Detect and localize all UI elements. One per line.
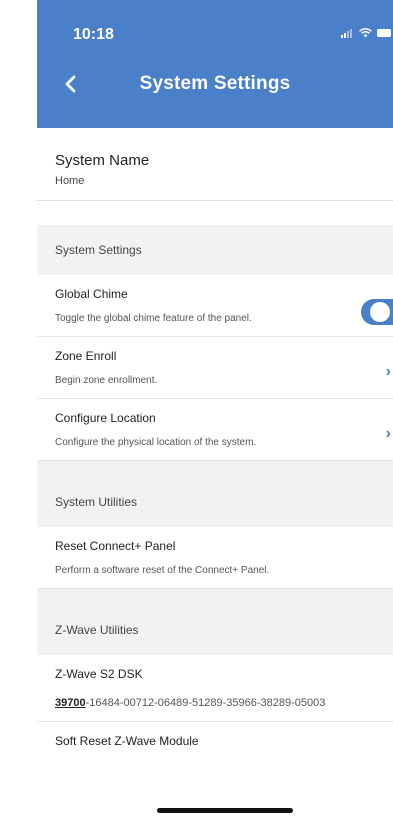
configure-location-title: Configure Location [55,411,156,425]
configure-location-desc: Configure the physical location of the s… [55,437,257,448]
zone-enroll-row[interactable]: Zone Enroll Begin zone enrollment. › [37,337,393,399]
soft-reset-title: Soft Reset Z-Wave Module [55,734,199,748]
chevron-right-icon: › [385,425,391,442]
configure-location-row[interactable]: Configure Location Configure the physica… [37,399,393,461]
status-time: 10:18 [73,26,114,43]
global-chime-row: Global Chime Toggle the global chime fea… [37,275,393,337]
signal-icon [341,28,354,38]
phone-screen: 10:18 System Settings System Name Home S… [37,0,393,818]
reset-panel-title: Reset Connect+ Panel [55,539,176,553]
wifi-icon [359,28,372,38]
status-icons [341,28,391,38]
header-bar: 10:18 System Settings [37,0,393,128]
soft-reset-row[interactable]: Soft Reset Z-Wave Module [37,722,393,760]
section-header-system-settings: System Settings [37,225,393,275]
section-header-system-utilities: System Utilities [37,477,393,527]
system-name-value[interactable]: Home [55,175,375,187]
toggle-knob [370,302,390,322]
chevron-right-icon: › [385,363,391,380]
system-name-label: System Name [55,152,150,169]
page-title: System Settings [139,73,291,94]
zone-enroll-title: Zone Enroll [55,349,117,363]
dsk-remaining: -16484-00712-06489-51289-35966-38289-050… [85,697,326,709]
reset-panel-row[interactable]: Reset Connect+ Panel Perform a software … [37,527,393,589]
spacer [37,589,393,605]
global-chime-title: Global Chime [55,287,128,301]
spacer [37,461,393,477]
dsk-pin-code: 39700 [55,697,86,709]
system-name-field[interactable]: System Name Home [37,128,393,201]
zwave-dsk-title: Z-Wave S2 DSK [55,667,143,681]
zwave-dsk-value: 39700-16484-00712-06489-51289-35966-3828… [55,697,375,709]
global-chime-toggle[interactable] [361,299,393,325]
home-indicator [157,808,293,813]
zwave-dsk-row: Z-Wave S2 DSK 39700-16484-00712-06489-51… [37,655,393,722]
zone-enroll-desc: Begin zone enrollment. [55,375,158,386]
global-chime-desc: Toggle the global chime feature of the p… [55,313,252,324]
section-header-zwave-utilities: Z-Wave Utilities [37,605,393,655]
battery-icon [377,29,391,37]
reset-panel-desc: Perform a software reset of the Connect+… [55,565,270,576]
